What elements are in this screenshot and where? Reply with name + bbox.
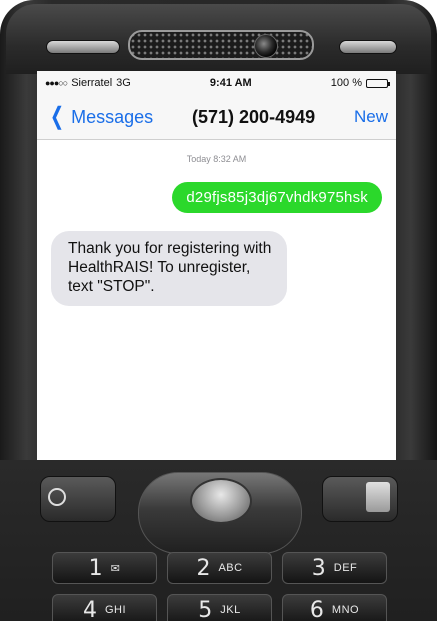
keypad-row: 4 GHI 5 JKL 6 MNO [52, 594, 388, 621]
battery-icon [365, 78, 390, 88]
clear-icon [366, 482, 390, 512]
back-label: Messages [71, 106, 154, 127]
key-letters: DEF [333, 562, 358, 574]
select-key[interactable] [190, 478, 252, 524]
key-letters: MNO [331, 604, 360, 616]
numeric-keypad: 1 ✉ 2 ABC 3 DEF 4 GHI 5 JKL 6 MNO [52, 552, 388, 621]
new-message-button[interactable]: New [354, 107, 388, 127]
key-4[interactable]: 4 GHI [52, 594, 157, 621]
incoming-message-bubble: Thank you for registering with HealthRAI… [51, 231, 287, 306]
outgoing-message-bubble: d29fjs85j3dj67vhdk975hsk [172, 182, 382, 213]
status-right: 100 % [330, 77, 390, 89]
signal-icon: ●●●○○ [45, 78, 68, 88]
key-digit: 2 [196, 555, 211, 581]
earpiece-speaker [128, 30, 314, 60]
key-digit: 4 [82, 597, 97, 621]
key-digit: 1 [88, 555, 103, 581]
conversation-title: (571) 200-4949 [192, 106, 316, 127]
browser-globe-icon [48, 488, 66, 506]
key-letters: JKL [220, 604, 241, 616]
key-letters: ABC [218, 562, 243, 574]
front-camera [254, 34, 278, 58]
status-left: ●●●○○ Sierratel 3G [45, 77, 131, 89]
phone-body: ●●●○○ Sierratel 3G 9:41 AM 100 % ❮ Messa… [0, 0, 437, 621]
status-time: 9:41 AM [209, 77, 252, 89]
phone-screen: ●●●○○ Sierratel 3G 9:41 AM 100 % ❮ Messa… [37, 71, 396, 460]
battery-percent: 100 % [330, 77, 362, 89]
key-5[interactable]: 5 JKL [167, 594, 272, 621]
status-bar: ●●●○○ Sierratel 3G 9:41 AM 100 % [37, 71, 396, 95]
key-2[interactable]: 2 ABC [167, 552, 272, 584]
key-digit: 5 [198, 597, 213, 621]
key-6[interactable]: 6 MNO [282, 594, 387, 621]
voicemail-icon: ✉ [110, 562, 121, 575]
back-button[interactable]: ❮ Messages [47, 105, 153, 129]
key-letters: GHI [104, 604, 127, 616]
volume-key[interactable] [46, 40, 120, 54]
key-digit: 3 [311, 555, 326, 581]
message-timestamp: Today 8:32 AM [186, 154, 247, 164]
network-type: 3G [116, 77, 131, 89]
back-chevron-icon: ❮ [50, 103, 65, 130]
carrier-name: Sierratel [71, 77, 113, 89]
power-key[interactable] [339, 40, 397, 54]
key-1[interactable]: 1 ✉ [52, 552, 157, 584]
key-digit: 6 [309, 597, 324, 621]
key-3[interactable]: 3 DEF [282, 552, 387, 584]
messages-nav-bar: ❮ Messages (571) 200-4949 New [37, 95, 396, 140]
keypad-row: 1 ✉ 2 ABC 3 DEF [52, 552, 388, 584]
